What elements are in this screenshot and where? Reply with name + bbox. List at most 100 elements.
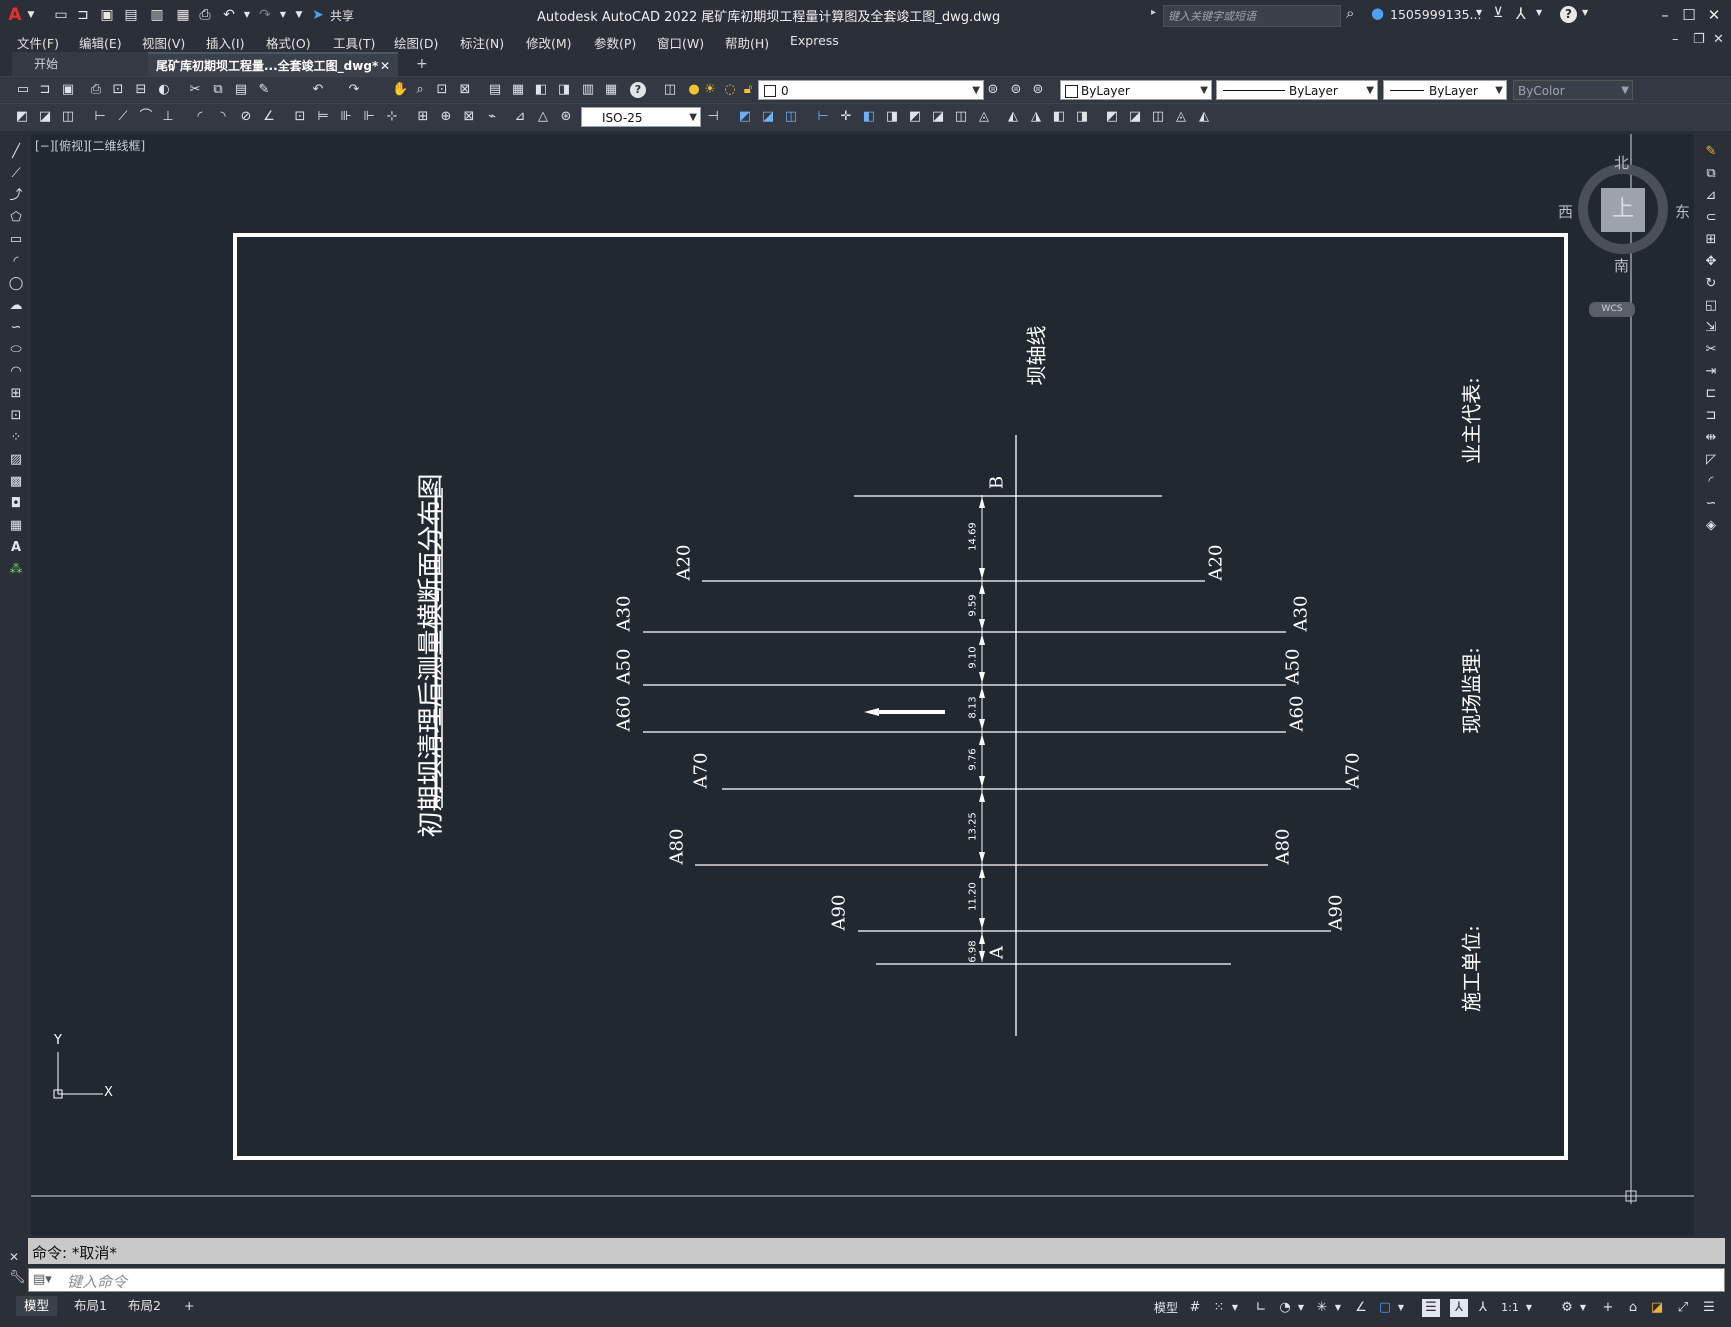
snap-icon[interactable]: ⁙ <box>1210 1299 1228 1317</box>
menu-draw[interactable]: 绘图(D) <box>394 33 438 52</box>
add-selected-icon[interactable]: ⁂ <box>8 562 24 578</box>
compass-south[interactable]: 南 <box>1614 255 1629 276</box>
plot-tb-icon[interactable]: ⎙ <box>88 82 104 98</box>
grid-icon[interactable]: # <box>1186 1299 1204 1317</box>
angular-dim-icon[interactable]: ∠ <box>261 109 277 125</box>
close-window-icon[interactable]: ✕ <box>1703 4 1725 26</box>
dim-edit-icon[interactable]: ⊿ <box>512 109 528 125</box>
doc-restore-icon[interactable]: ❐ <box>1693 32 1705 47</box>
radius-dim-icon[interactable]: ◜ <box>192 109 208 125</box>
mirror-icon[interactable]: ◪ <box>760 109 776 125</box>
scale-dropdown-icon[interactable]: ▼ <box>1524 1299 1534 1317</box>
make-block-icon[interactable]: ⊡ <box>8 408 24 424</box>
explode-icon[interactable]: ◩ <box>1104 109 1120 125</box>
offset-r-icon[interactable]: ⊂ <box>1703 210 1719 226</box>
offset-icon[interactable]: ◫ <box>783 109 799 125</box>
doc-minimize-icon[interactable]: – <box>1672 32 1679 47</box>
menu-tools[interactable]: 工具(T) <box>333 33 375 52</box>
wcs-menu-button[interactable]: WCS <box>1589 302 1635 317</box>
save-icon[interactable]: ▣ <box>98 6 116 24</box>
join-r-icon[interactable]: ⇹ <box>1703 430 1719 446</box>
layer-vp-icon[interactable]: ◌ <box>722 82 738 98</box>
preview-icon[interactable]: ⊡ <box>110 82 126 98</box>
publish-icon[interactable]: ⊟ <box>133 82 149 98</box>
hatch-icon[interactable]: ▨ <box>8 452 24 468</box>
undo-tb-icon[interactable]: ↶ <box>310 82 326 98</box>
sheetset-icon[interactable]: ◨ <box>556 82 572 98</box>
minimize-icon[interactable]: – <box>1654 4 1676 26</box>
user-account[interactable]: 1505999135... <box>1390 7 1481 22</box>
xline-icon[interactable]: ⟋ <box>8 166 24 182</box>
open-icon[interactable]: ⊐ <box>37 82 53 98</box>
redo-tb-icon[interactable]: ↷ <box>346 82 362 98</box>
viewcube-face-top[interactable]: 上 <box>1601 188 1645 232</box>
layer-thaw-icon[interactable]: ☀ <box>702 82 718 98</box>
paste-icon[interactable]: ▤ <box>233 82 249 98</box>
tab-layout2[interactable]: 布局2 <box>120 1296 169 1316</box>
pedit-icon[interactable]: ◫ <box>1150 109 1166 125</box>
dimstyle-dropdown[interactable]: ISO-25 ▼ <box>581 107 701 127</box>
blend-icon[interactable]: ◨ <box>1074 109 1090 125</box>
diameter-dim-icon[interactable]: ⊘ <box>238 109 254 125</box>
point-icon[interactable]: ⁘ <box>8 430 24 446</box>
workspace-dropdown-icon[interactable]: ▼ <box>1578 1299 1588 1317</box>
splinedit-icon[interactable]: ◬ <box>1173 109 1189 125</box>
tool-palettes-icon[interactable]: ◧ <box>533 82 549 98</box>
open-file-icon[interactable]: ⊐ <box>74 6 92 24</box>
move-r-icon[interactable]: ✥ <box>1703 254 1719 270</box>
new-file-icon[interactable]: ▭ <box>52 6 70 24</box>
design-center-icon[interactable]: ▦ <box>510 82 526 98</box>
move-icon[interactable]: ✛ <box>838 109 854 125</box>
add-icon[interactable]: + <box>1599 1299 1617 1317</box>
ortho-icon[interactable]: ∟ <box>1252 1299 1270 1317</box>
layer-unlock-icon[interactable]: 🔓︎ <box>740 82 756 98</box>
hatchedit-icon[interactable]: ◭ <box>1196 109 1212 125</box>
draw-order-icon[interactable]: ◩ <box>14 109 30 125</box>
snap-dropdown-icon[interactable]: ▼ <box>1230 1299 1240 1317</box>
undo-dropdown-icon[interactable]: ▼ <box>238 6 256 24</box>
dim-break-icon[interactable]: ⊹ <box>384 109 400 125</box>
plot-icon[interactable]: ⎙ <box>196 6 214 24</box>
save-to-web-icon[interactable]: ▦ <box>174 6 192 24</box>
share-icon[interactable]: ➤ <box>309 6 327 24</box>
insert-block-icon[interactable]: ⊞ <box>8 386 24 402</box>
polar-icon[interactable]: ◔ <box>1276 1299 1294 1317</box>
inspection-icon[interactable]: ⊠ <box>461 109 477 125</box>
trim-r-icon[interactable]: ✂ <box>1703 342 1719 358</box>
autodesk-app-icon[interactable]: ⅄ <box>1516 4 1526 23</box>
explode-r-icon[interactable]: ◈ <box>1703 518 1719 534</box>
continue-dim-icon[interactable]: ⊪ <box>338 109 354 125</box>
dim-style-icon[interactable]: ⊣ <box>705 109 721 125</box>
markup-icon[interactable]: ▥ <box>580 82 596 98</box>
break-icon[interactable]: ◬ <box>976 109 992 125</box>
join-icon[interactable]: ◭ <box>1005 109 1021 125</box>
osnap-dropdown-icon[interactable]: ▼ <box>1396 1299 1406 1317</box>
maximize-icon[interactable]: ☐ <box>1678 4 1700 26</box>
array-r-icon[interactable]: ⊞ <box>1703 232 1719 248</box>
rectangle-icon[interactable]: ▭ <box>8 232 24 248</box>
dim-space-icon[interactable]: ⊩ <box>361 109 377 125</box>
menu-edit[interactable]: 编辑(E) <box>79 33 122 52</box>
chamfer-icon[interactable]: ◮ <box>1028 109 1044 125</box>
layer-state-icon[interactable]: ⊜ <box>1030 82 1046 98</box>
help-tb-icon[interactable]: ? <box>630 82 646 98</box>
scale-r-icon[interactable]: ◱ <box>1703 298 1719 314</box>
isolate-objects-icon[interactable]: ◪ <box>1648 1299 1666 1317</box>
jogged-linear-icon[interactable]: ⌁ <box>484 109 500 125</box>
properties-icon[interactable]: ▤ <box>487 82 503 98</box>
color-dropdown[interactable]: ByLayer ▼ <box>1060 80 1212 100</box>
mirror-r-icon[interactable]: ⊿ <box>1703 188 1719 204</box>
scale-icon[interactable]: ◨ <box>884 109 900 125</box>
model-space-button[interactable]: 模型 <box>1151 1299 1181 1317</box>
extend-icon[interactable]: ◫ <box>953 109 969 125</box>
app-dropdown-icon[interactable]: ▼ <box>1536 8 1542 17</box>
layer-on-icon[interactable]: ● <box>686 82 702 98</box>
arc-length-icon[interactable]: ⌒ <box>138 109 154 125</box>
close-command-icon[interactable]: ✕ <box>9 1250 19 1264</box>
stretch-icon[interactable]: ◩ <box>907 109 923 125</box>
menu-insert[interactable]: 插入(I) <box>206 33 244 52</box>
aligned-dim-icon[interactable]: ⟋ <box>115 109 131 125</box>
break-point-r-icon[interactable]: ⊏ <box>1703 386 1719 402</box>
otrack-icon[interactable]: ∠ <box>1352 1299 1370 1317</box>
user-icon[interactable]: ● <box>1371 4 1384 22</box>
